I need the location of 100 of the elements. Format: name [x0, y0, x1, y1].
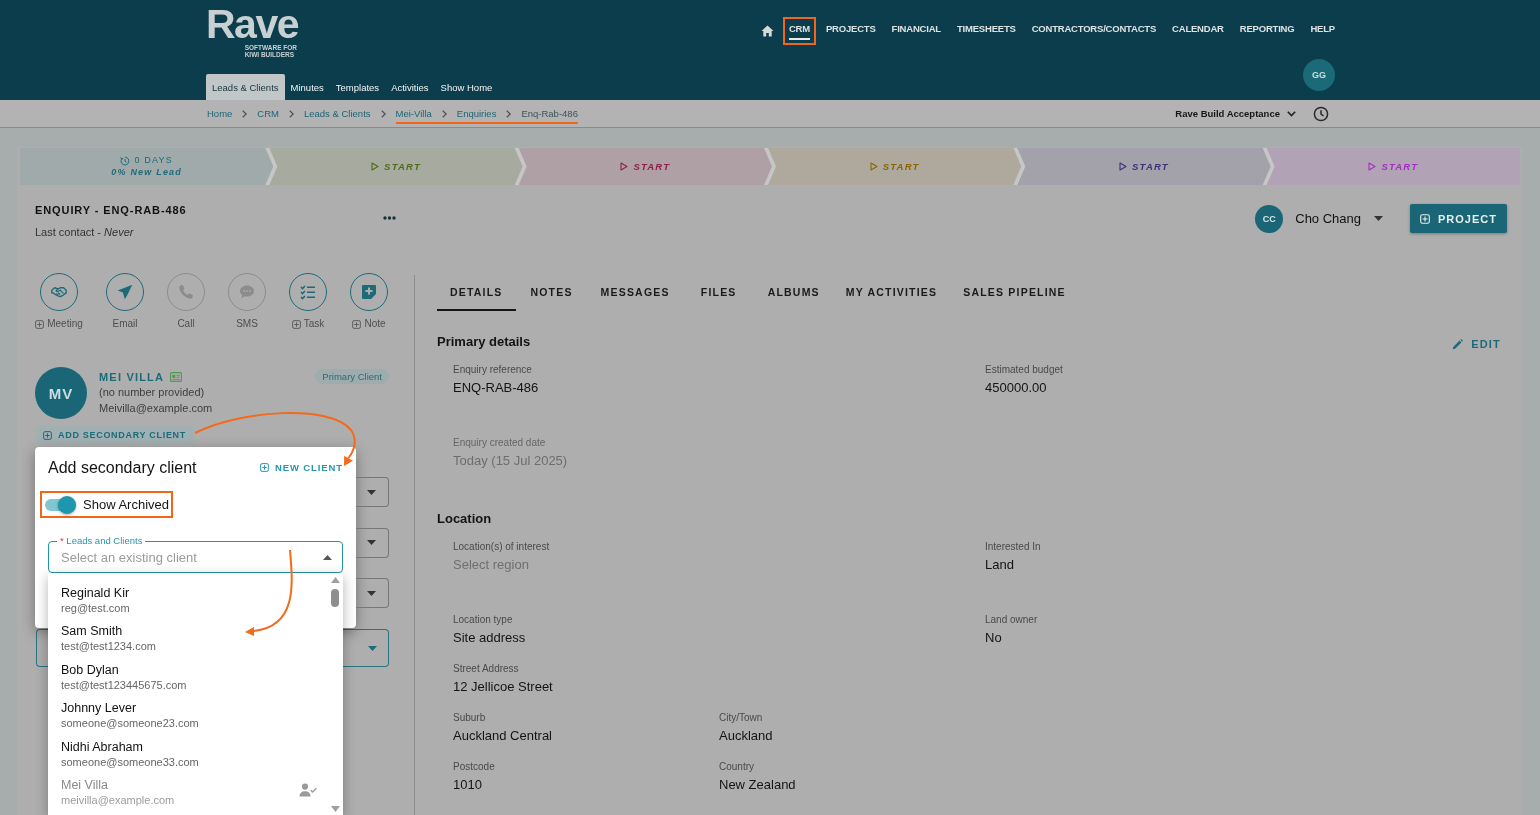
client-phone: (no number provided) [99, 385, 205, 400]
toggle-switch[interactable] [45, 495, 76, 514]
enquiry-title: ENQUIRY - ENQ-RAB-486 [35, 204, 187, 217]
client-option[interactable]: Nidhi Abraham someone@someone33.com [48, 731, 343, 770]
select-field[interactable] [356, 578, 389, 608]
action-label: SMS [236, 318, 258, 330]
chevron-right-icon [242, 109, 248, 118]
scroll-down-icon[interactable] [330, 806, 340, 812]
breadcrumb-link[interactable]: Enq-Rab-486 [521, 103, 578, 124]
play-icon [1119, 162, 1128, 171]
nav-link[interactable]: CONTRACTORS/CONTACTS [1025, 17, 1163, 45]
chevron-down-icon [1287, 110, 1296, 117]
caret-down-icon [367, 590, 376, 596]
last-contact: Last contact - Never [35, 226, 134, 239]
more-icon[interactable] [383, 216, 396, 220]
detail-label: Country [719, 761, 754, 773]
note-plus-icon [361, 284, 377, 300]
nav-link[interactable]: TIMESHEETS [950, 17, 1022, 45]
stage-status: 0% New Lead [111, 167, 183, 178]
plus-square-icon [43, 430, 52, 440]
logo-wordmark[interactable]: Rave [206, 7, 298, 42]
nav-link[interactable]: CALENDAR [1166, 17, 1230, 45]
option-email: someone@someone23.com [61, 716, 199, 731]
nav-link[interactable]: REPORTING [1233, 17, 1301, 45]
pipeline-stage[interactable]: START [1017, 148, 1271, 185]
option-name: Mei Villa [61, 777, 108, 793]
select-field[interactable] [356, 527, 389, 558]
detail-value: ENQ-RAB-486 [453, 379, 539, 396]
detail-label: Street Address [453, 663, 519, 675]
detail-label: Interested In [985, 541, 1041, 553]
plus-square-icon [259, 463, 269, 472]
caret-down-icon [1374, 216, 1384, 221]
scroll-up-icon[interactable] [330, 577, 340, 583]
select-field[interactable] [341, 629, 389, 667]
detail-label: Land owner [985, 614, 1038, 626]
client-option[interactable]: Johnny Lever someone@someone23.com [48, 692, 343, 731]
detail-tab[interactable]: SALES PIPELINE [950, 275, 1079, 311]
detail-tab[interactable]: FILES [682, 275, 755, 311]
option-name: Nidhi Abraham [61, 738, 143, 755]
detail-tab[interactable]: NOTES [515, 275, 588, 311]
sub-tab[interactable]: Leads & Clients [206, 74, 285, 100]
detail-label: Suburb [453, 712, 486, 724]
client-option[interactable]: Reginald Kir reg@test.com [48, 577, 343, 616]
action-label: Call [177, 318, 195, 330]
detail-value: Land [985, 556, 1014, 573]
plus-square-icon [35, 319, 45, 329]
nav-link[interactable]: CRM [782, 17, 816, 45]
detail-tab[interactable]: MY ACTIVITIES [832, 275, 951, 311]
chevron-right-icon [441, 109, 447, 118]
client-option[interactable]: Bob Dylan test@test123445675.com [48, 654, 343, 693]
option-name: Johnny Lever [61, 700, 137, 716]
client-option[interactable]: Sam Smith test@test1234.com [48, 615, 343, 654]
show-archived-toggle[interactable]: Show Archived [40, 491, 173, 518]
nav-link[interactable]: PROJECTS [819, 17, 882, 45]
option-email: meivilla@example.com [61, 793, 175, 808]
handshake-icon [51, 284, 67, 300]
detail-label: Location type [453, 614, 513, 626]
stage-label: START [882, 161, 920, 172]
detail-value: 12 Jellicoe Street [453, 678, 553, 695]
detail-tab[interactable]: ALBUMS [754, 275, 833, 311]
field-label: * Leads and Clients [57, 535, 146, 547]
sub-tab[interactable]: Activities [385, 74, 435, 100]
sub-tab[interactable]: Minutes [284, 74, 330, 100]
action-label: Note [364, 318, 386, 330]
contact-card-icon [170, 371, 183, 382]
scrollbar-thumb[interactable] [331, 589, 339, 607]
play-icon [869, 162, 878, 171]
nav-link[interactable]: HELP [1304, 17, 1341, 45]
paper-plane-icon [117, 284, 133, 300]
option-name: Bob Dylan [61, 661, 119, 678]
detail-value: Today (15 Jul 2025) [453, 452, 568, 469]
chevron-right-icon [506, 109, 512, 118]
plus-square-icon [1420, 213, 1431, 224]
assignee-selector[interactable]: Cho Chang [1295, 211, 1384, 226]
option-email: someone@someone33.com [61, 754, 199, 770]
role-badge: Primary Client [315, 369, 389, 384]
sub-tab[interactable]: Show Home [434, 74, 499, 100]
detail-value: Site address [453, 629, 526, 646]
stage-label: START [1132, 161, 1169, 172]
user-avatar[interactable]: GG [1303, 59, 1335, 91]
detail-tab[interactable]: MESSAGES [587, 275, 683, 311]
play-icon [371, 162, 380, 171]
select-field-edge [36, 629, 50, 667]
option-email: reg@test.com [61, 600, 130, 616]
option-email: test@test123445675.com [61, 677, 187, 693]
company-selector[interactable]: Rave Build Acceptance [1175, 108, 1296, 119]
sub-tab[interactable]: Templates [329, 74, 386, 100]
nav-link[interactable]: FINANCIAL [885, 17, 947, 45]
client-email: Meivilla@example.com [99, 401, 213, 416]
action-label: Task [303, 318, 325, 330]
detail-tab[interactable]: DETAILS [437, 275, 516, 311]
clock-icon[interactable] [1313, 105, 1329, 122]
project-button[interactable]: PROJECT [1410, 204, 1507, 233]
home-icon[interactable] [760, 25, 774, 37]
detail-label: Postcode [453, 761, 495, 773]
detail-value: Auckland Central [453, 727, 552, 744]
detail-value: 1010 [453, 776, 482, 793]
plus-square-icon [291, 319, 301, 329]
select-field[interactable] [356, 477, 389, 507]
plus-square-icon [352, 319, 362, 329]
